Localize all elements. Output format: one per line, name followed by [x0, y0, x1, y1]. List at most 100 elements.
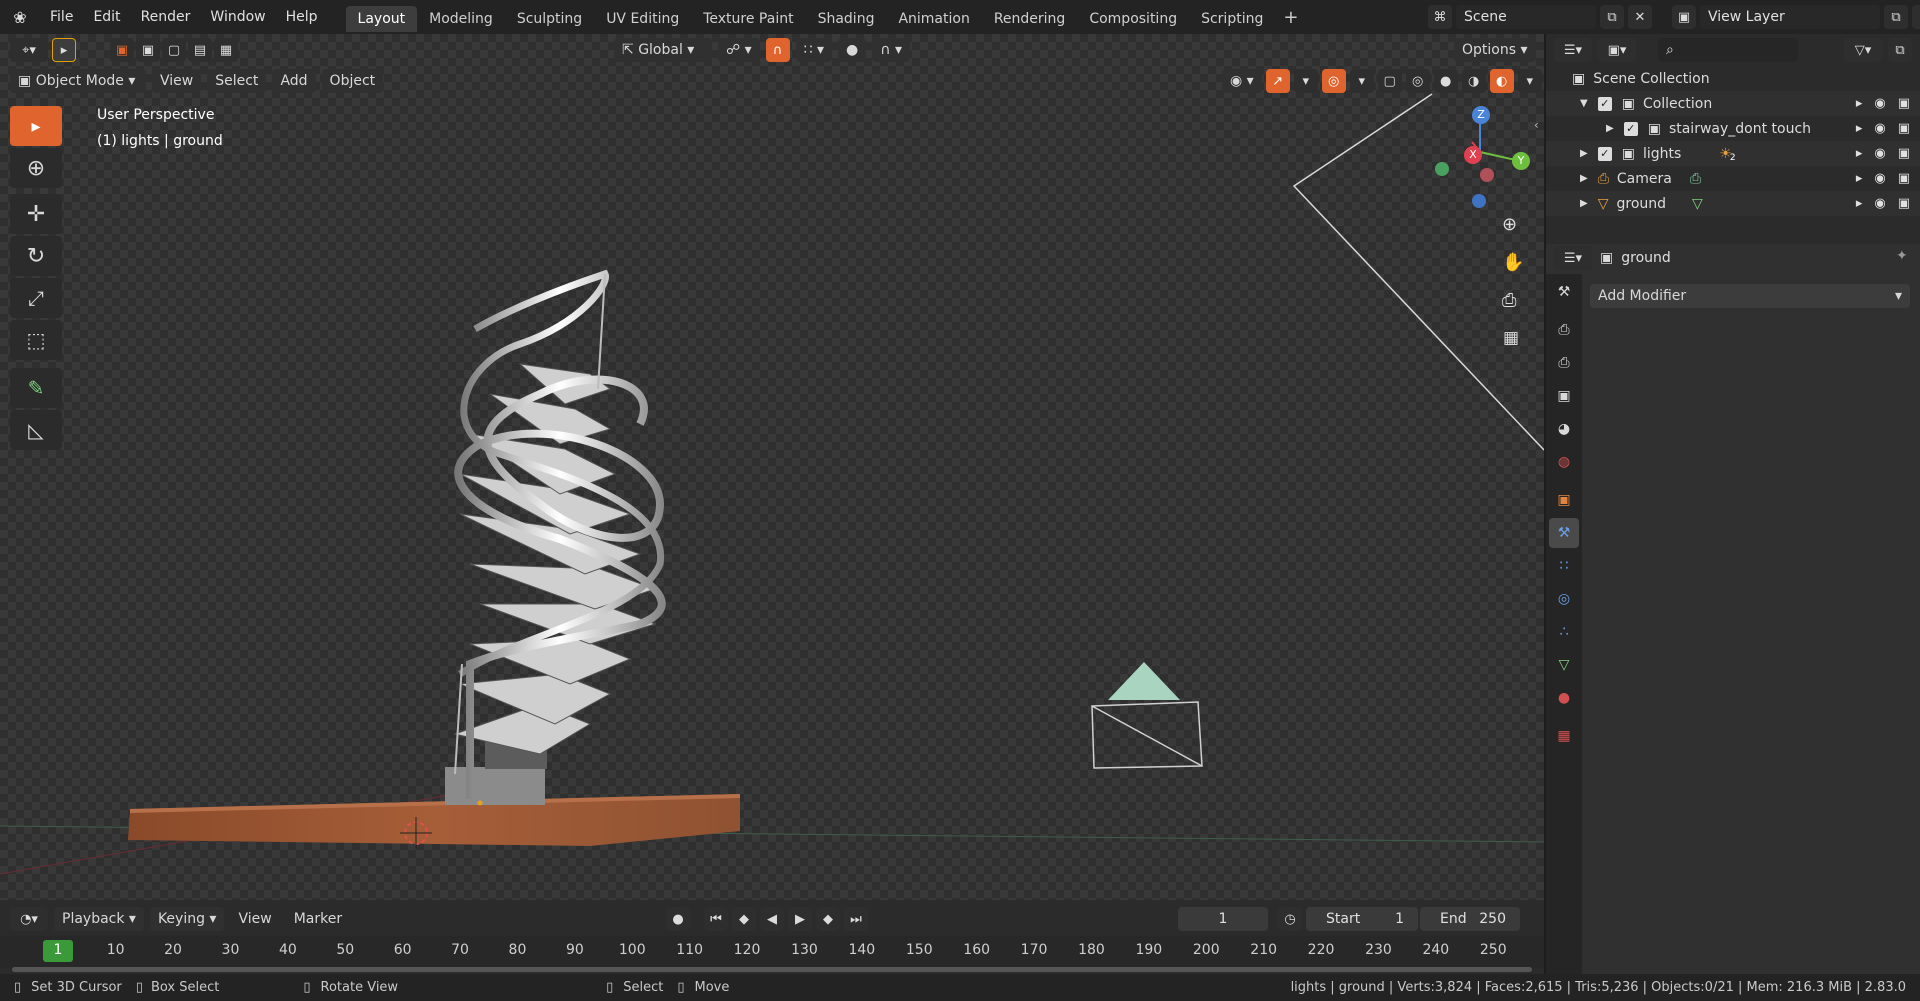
outliner-row-camera[interactable]: ▶ ⎙ Camera ⎙ ▸ ◉ ▣: [1546, 166, 1920, 191]
selectable-icon[interactable]: ▸: [1856, 196, 1863, 211]
camera-view-icon[interactable]: ⎙: [1502, 290, 1516, 311]
scene-field[interactable]: Scene: [1456, 5, 1596, 29]
outliner-row-collection[interactable]: ▼ ✓ ▣ Collection ▸ ◉ ▣: [1546, 91, 1920, 116]
gizmo-neg-x[interactable]: [1480, 168, 1494, 182]
gizmo-neg-y[interactable]: [1435, 162, 1449, 176]
stopwatch-icon[interactable]: ◷: [1278, 907, 1302, 931]
outliner-row-lights[interactable]: ▶ ✓ ▣ lights ☀ 2 ▸ ◉ ▣: [1546, 141, 1920, 166]
record-icon[interactable]: ●: [666, 907, 690, 931]
scene-browse-icon[interactable]: ⌘: [1428, 5, 1452, 29]
view-layer-browse-icon[interactable]: ▣: [1672, 5, 1696, 29]
outliner-editor-icon[interactable]: ☰▾: [1554, 38, 1592, 62]
playback-dropdown[interactable]: Playback ▾: [54, 907, 144, 931]
tab-scripting[interactable]: Scripting: [1189, 6, 1275, 32]
outliner-search-input[interactable]: ⌕: [1658, 38, 1798, 62]
render-tab-icon[interactable]: ⎙: [1549, 315, 1579, 345]
play-icon[interactable]: ▶: [788, 907, 812, 931]
tab-sculpting[interactable]: Sculpting: [505, 6, 594, 32]
timeline-editor-icon[interactable]: ◔▾: [10, 907, 48, 931]
end-frame-field[interactable]: End 250: [1420, 907, 1520, 931]
modifier-tab-icon[interactable]: ⚒: [1549, 518, 1579, 548]
menu-edit[interactable]: Edit: [83, 0, 130, 34]
tab-uv-editing[interactable]: UV Editing: [594, 6, 691, 32]
outliner-row-ground[interactable]: ▶ ▽ ground ▽ ▸ ◉ ▣: [1546, 191, 1920, 216]
expand-arrow-icon[interactable]: ▼: [1580, 98, 1588, 109]
eye-icon[interactable]: ◉: [1874, 171, 1885, 186]
checkbox[interactable]: ✓: [1597, 96, 1612, 111]
3d-viewport[interactable]: ⌖▾ ▸ ▣ ▣ ▢ ▤ ▦ ⇱ Global ▾ ☍ ▾ ∩ ∷ ▾ ● ∩ …: [0, 34, 1544, 900]
new-collection-icon[interactable]: ⧉: [1888, 38, 1912, 62]
tab-modeling[interactable]: Modeling: [417, 6, 505, 32]
outliner-row-scene-collection[interactable]: ▣ Scene Collection: [1546, 66, 1920, 91]
tab-rendering[interactable]: Rendering: [982, 6, 1078, 32]
eye-icon[interactable]: ◉: [1874, 146, 1885, 161]
view-layer-tab-icon[interactable]: ▣: [1549, 381, 1579, 411]
tab-layout[interactable]: Layout: [345, 6, 418, 32]
play-reverse-icon[interactable]: ◀: [760, 907, 784, 931]
prev-keyframe-icon[interactable]: ◆: [732, 907, 756, 931]
expand-arrow-icon[interactable]: ▶: [1580, 173, 1588, 184]
eye-icon[interactable]: ◉: [1874, 121, 1885, 136]
selectable-icon[interactable]: ▸: [1856, 96, 1863, 111]
pan-hand-icon[interactable]: ✋: [1502, 252, 1524, 273]
eye-icon[interactable]: ◉: [1874, 196, 1885, 211]
timeline-menu-marker[interactable]: Marker: [286, 907, 350, 931]
add-modifier-dropdown[interactable]: Add Modifier ▾: [1590, 284, 1910, 308]
expand-arrow-icon[interactable]: ▶: [1580, 148, 1588, 159]
current-frame-field[interactable]: 1: [1178, 907, 1268, 931]
expand-arrow-icon[interactable]: ▶: [1606, 123, 1614, 134]
eye-icon[interactable]: ◉: [1874, 96, 1885, 111]
render-camera-icon[interactable]: ▣: [1898, 96, 1910, 111]
jump-start-icon[interactable]: ⏮: [704, 907, 728, 931]
material-tab-icon[interactable]: ●: [1549, 683, 1579, 713]
timeline-scrollbar[interactable]: [12, 967, 1532, 972]
physics-tab-icon[interactable]: ◎: [1549, 584, 1579, 614]
view-layer-field[interactable]: View Layer: [1700, 5, 1880, 29]
outliner-row-stairway[interactable]: ▶ ✓ ▣ stairway_dont touch ▸ ◉ ▣: [1546, 116, 1920, 141]
new-scene-icon[interactable]: ⧉: [1600, 5, 1624, 29]
world-tab-icon[interactable]: ◍: [1549, 447, 1579, 477]
jump-end-icon[interactable]: ⏭: [844, 907, 868, 931]
menu-help[interactable]: Help: [276, 0, 328, 34]
navigation-gizmo[interactable]: Z Y X: [1430, 106, 1530, 208]
blender-logo-icon[interactable]: ❀: [0, 8, 40, 27]
constraints-tab-icon[interactable]: ∴: [1549, 617, 1579, 647]
selectable-icon[interactable]: ▸: [1856, 171, 1863, 186]
tab-shading[interactable]: Shading: [806, 6, 887, 32]
zoom-icon[interactable]: ⊕: [1502, 214, 1517, 235]
expand-arrow-icon[interactable]: ▶: [1580, 198, 1588, 209]
selectable-icon[interactable]: ▸: [1856, 146, 1863, 161]
properties-editor-icon[interactable]: ☰▾: [1554, 246, 1592, 270]
menu-file[interactable]: File: [40, 0, 83, 34]
start-frame-field[interactable]: Start 1: [1306, 907, 1418, 931]
new-view-layer-icon[interactable]: ⧉: [1884, 5, 1908, 29]
menu-render[interactable]: Render: [131, 0, 201, 34]
filter-icon[interactable]: ▽▾: [1844, 38, 1882, 62]
particles-tab-icon[interactable]: ∷: [1549, 551, 1579, 581]
tab-animation[interactable]: Animation: [886, 6, 981, 32]
tab-texture-paint[interactable]: Texture Paint: [691, 6, 805, 32]
display-mode-icon[interactable]: ▣▾: [1598, 38, 1636, 62]
checkbox[interactable]: ✓: [1623, 121, 1638, 136]
ortho-grid-icon[interactable]: ▦: [1503, 328, 1519, 348]
menu-window[interactable]: Window: [200, 0, 275, 34]
pin-icon[interactable]: ✦: [1896, 248, 1908, 264]
delete-scene-icon[interactable]: ✕: [1628, 5, 1652, 29]
texture-tab-icon[interactable]: ▦: [1549, 721, 1579, 751]
tool-tab-icon[interactable]: ⚒: [1549, 277, 1579, 307]
delete-view-layer-icon[interactable]: ✕: [1912, 5, 1920, 29]
object-tab-icon[interactable]: ▣: [1549, 485, 1579, 515]
render-camera-icon[interactable]: ▣: [1898, 196, 1910, 211]
tab-compositing[interactable]: Compositing: [1077, 6, 1189, 32]
gizmo-neg-z[interactable]: [1472, 194, 1486, 208]
gizmo-z-axis[interactable]: Z: [1472, 106, 1490, 124]
gizmo-x-axis[interactable]: X: [1464, 146, 1482, 164]
checkbox[interactable]: ✓: [1597, 146, 1612, 161]
render-camera-icon[interactable]: ▣: [1898, 146, 1910, 161]
scene-tab-icon[interactable]: ◕: [1549, 414, 1579, 444]
render-camera-icon[interactable]: ▣: [1898, 171, 1910, 186]
next-keyframe-icon[interactable]: ◆: [816, 907, 840, 931]
data-tab-icon[interactable]: ▽: [1549, 650, 1579, 680]
keying-dropdown[interactable]: Keying ▾: [149, 907, 225, 931]
selectable-icon[interactable]: ▸: [1856, 121, 1863, 136]
